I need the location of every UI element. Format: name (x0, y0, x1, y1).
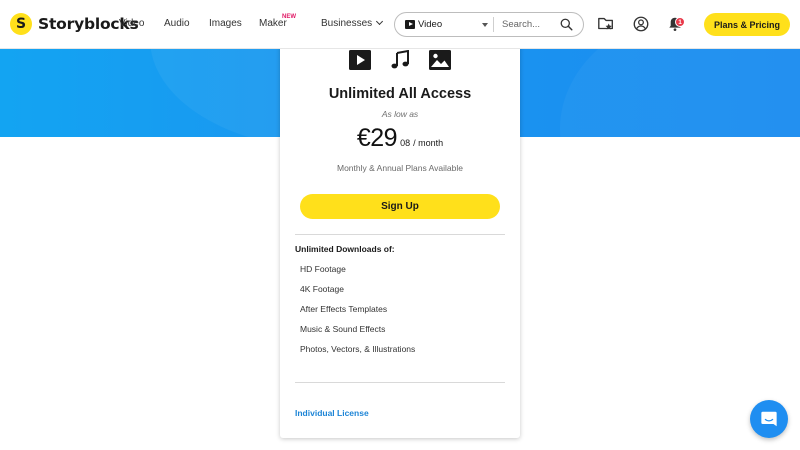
downloads-heading: Unlimited Downloads of: (295, 244, 395, 254)
search-type-label: Video (418, 19, 443, 30)
feature-item: Photos, Vectors, & Illustrations (300, 344, 416, 354)
video-play-icon (405, 20, 415, 29)
individual-license-link[interactable]: Individual License (295, 408, 369, 418)
feature-list: HD Footage 4K Footage After Effects Temp… (300, 264, 415, 364)
nav-businesses[interactable]: Businesses (321, 17, 384, 29)
plans-pricing-button[interactable]: Plans & Pricing (704, 13, 790, 36)
saved-folder-star-icon[interactable] (597, 15, 615, 33)
search-type-dropdown[interactable]: Video (405, 19, 442, 30)
video-play-icon (349, 50, 371, 70)
as-low-as-label: As low as (381, 109, 419, 119)
top-nav-bar: S Storyblocks Video Audio Images Maker N… (0, 0, 800, 49)
sign-up-button[interactable]: Sign Up (300, 194, 500, 219)
pricing-card: Unlimited All Access As low as €29 08 / … (280, 40, 520, 438)
search-bar: Video Search... (394, 12, 584, 37)
price-amount: €29 (356, 124, 398, 152)
account-icon[interactable] (632, 15, 650, 33)
price-cents: 08 (400, 138, 411, 148)
nav-businesses-label: Businesses (321, 18, 373, 29)
price-period: / month (413, 138, 444, 148)
nav-audio[interactable]: Audio (164, 18, 190, 29)
search-icon[interactable] (560, 18, 573, 31)
nav-images[interactable]: Images (209, 18, 242, 29)
image-icon (429, 50, 451, 70)
feature-item: Music & Sound Effects (300, 324, 386, 334)
nav-maker[interactable]: Maker NEW (259, 14, 296, 29)
hero-decoration (560, 49, 800, 137)
nav-video[interactable]: Video (119, 18, 144, 29)
music-note-icon (391, 50, 409, 69)
plan-title: Unlimited All Access (328, 86, 472, 102)
notification-count-badge: 1 (675, 17, 685, 27)
search-input[interactable]: Search... (502, 19, 540, 30)
divider (295, 234, 505, 235)
chat-launcher-button[interactable] (750, 400, 788, 438)
chevron-down-icon (376, 17, 384, 26)
price: €29 08 / month (280, 124, 520, 153)
chat-bubble-icon (761, 411, 777, 427)
logo-badge-icon: S (10, 13, 32, 35)
search-divider (493, 17, 494, 32)
media-type-icons (280, 50, 520, 70)
feature-item: After Effects Templates (300, 304, 388, 314)
plans-note: Monthly & Annual Plans Available (336, 163, 463, 173)
feature-item: HD Footage (300, 264, 346, 274)
divider (295, 382, 505, 383)
new-badge: NEW (282, 14, 296, 20)
feature-item: 4K Footage (300, 284, 344, 294)
dropdown-caret-icon[interactable] (482, 23, 488, 27)
